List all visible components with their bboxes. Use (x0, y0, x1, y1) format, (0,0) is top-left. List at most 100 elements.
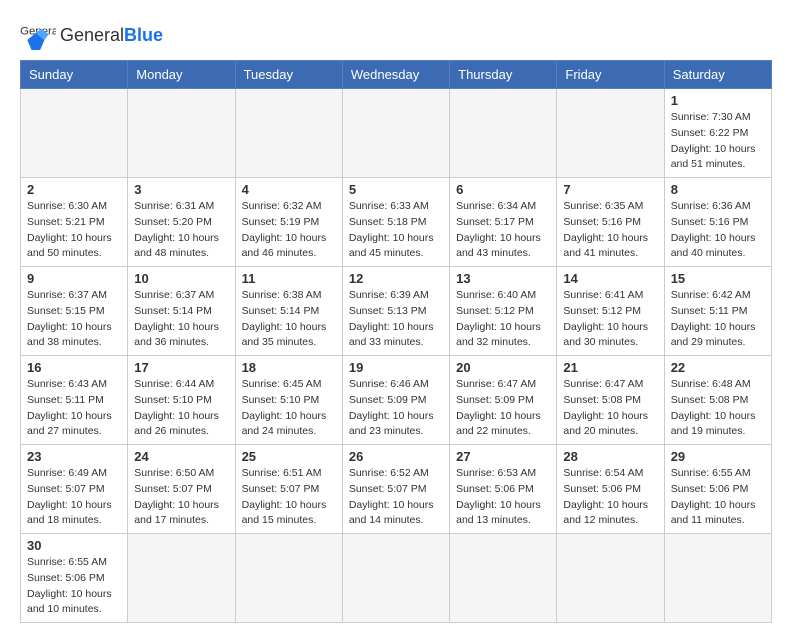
calendar-day: 29 Sunrise: 6:55 AMSunset: 5:06 PMDaylig… (664, 445, 771, 534)
day-number: 18 (242, 360, 336, 375)
logo-general-text: General (60, 25, 124, 45)
day-info: Sunrise: 6:33 AMSunset: 5:18 PMDaylight:… (349, 199, 443, 262)
day-info: Sunrise: 6:50 AMSunset: 5:07 PMDaylight:… (134, 466, 228, 529)
day-number: 23 (27, 449, 121, 464)
calendar-day: 13 Sunrise: 6:40 AMSunset: 5:12 PMDaylig… (450, 267, 557, 356)
col-header-wednesday: Wednesday (342, 61, 449, 89)
day-number: 1 (671, 93, 765, 108)
calendar-day: 21 Sunrise: 6:47 AMSunset: 5:08 PMDaylig… (557, 356, 664, 445)
calendar-day: 16 Sunrise: 6:43 AMSunset: 5:11 PMDaylig… (21, 356, 128, 445)
calendar-day: 9 Sunrise: 6:37 AMSunset: 5:15 PMDayligh… (21, 267, 128, 356)
calendar-week-4: 16 Sunrise: 6:43 AMSunset: 5:11 PMDaylig… (21, 356, 772, 445)
calendar-day: 7 Sunrise: 6:35 AMSunset: 5:16 PMDayligh… (557, 178, 664, 267)
calendar-day (450, 534, 557, 623)
day-info: Sunrise: 6:34 AMSunset: 5:17 PMDaylight:… (456, 199, 550, 262)
calendar-day (664, 534, 771, 623)
calendar-day: 26 Sunrise: 6:52 AMSunset: 5:07 PMDaylig… (342, 445, 449, 534)
calendar-day: 20 Sunrise: 6:47 AMSunset: 5:09 PMDaylig… (450, 356, 557, 445)
day-info: Sunrise: 6:43 AMSunset: 5:11 PMDaylight:… (27, 377, 121, 440)
day-number: 30 (27, 538, 121, 553)
calendar-week-2: 2 Sunrise: 6:30 AMSunset: 5:21 PMDayligh… (21, 178, 772, 267)
day-number: 6 (456, 182, 550, 197)
calendar-day: 10 Sunrise: 6:37 AMSunset: 5:14 PMDaylig… (128, 267, 235, 356)
day-info: Sunrise: 6:51 AMSunset: 5:07 PMDaylight:… (242, 466, 336, 529)
calendar-day: 2 Sunrise: 6:30 AMSunset: 5:21 PMDayligh… (21, 178, 128, 267)
calendar-day (557, 89, 664, 178)
calendar-day: 6 Sunrise: 6:34 AMSunset: 5:17 PMDayligh… (450, 178, 557, 267)
calendar-day: 15 Sunrise: 6:42 AMSunset: 5:11 PMDaylig… (664, 267, 771, 356)
day-number: 8 (671, 182, 765, 197)
col-header-thursday: Thursday (450, 61, 557, 89)
calendar-day (557, 534, 664, 623)
day-info: Sunrise: 6:47 AMSunset: 5:08 PMDaylight:… (563, 377, 657, 440)
day-number: 10 (134, 271, 228, 286)
day-info: Sunrise: 6:39 AMSunset: 5:13 PMDaylight:… (349, 288, 443, 351)
calendar-day (128, 534, 235, 623)
day-number: 27 (456, 449, 550, 464)
calendar-table: SundayMondayTuesdayWednesdayThursdayFrid… (20, 60, 772, 623)
generalblue-logo-icon: General (20, 20, 56, 50)
day-info: Sunrise: 6:46 AMSunset: 5:09 PMDaylight:… (349, 377, 443, 440)
day-info: Sunrise: 6:32 AMSunset: 5:19 PMDaylight:… (242, 199, 336, 262)
day-info: Sunrise: 6:44 AMSunset: 5:10 PMDaylight:… (134, 377, 228, 440)
day-number: 20 (456, 360, 550, 375)
day-info: Sunrise: 6:54 AMSunset: 5:06 PMDaylight:… (563, 466, 657, 529)
day-number: 24 (134, 449, 228, 464)
day-info: Sunrise: 6:38 AMSunset: 5:14 PMDaylight:… (242, 288, 336, 351)
day-info: Sunrise: 6:49 AMSunset: 5:07 PMDaylight:… (27, 466, 121, 529)
day-number: 25 (242, 449, 336, 464)
day-info: Sunrise: 6:35 AMSunset: 5:16 PMDaylight:… (563, 199, 657, 262)
day-number: 14 (563, 271, 657, 286)
calendar-day: 17 Sunrise: 6:44 AMSunset: 5:10 PMDaylig… (128, 356, 235, 445)
day-number: 7 (563, 182, 657, 197)
day-number: 5 (349, 182, 443, 197)
day-number: 4 (242, 182, 336, 197)
calendar-day: 14 Sunrise: 6:41 AMSunset: 5:12 PMDaylig… (557, 267, 664, 356)
calendar-day: 5 Sunrise: 6:33 AMSunset: 5:18 PMDayligh… (342, 178, 449, 267)
calendar-day: 30 Sunrise: 6:55 AMSunset: 5:06 PMDaylig… (21, 534, 128, 623)
day-info: Sunrise: 6:48 AMSunset: 5:08 PMDaylight:… (671, 377, 765, 440)
page-header: General GeneralBlue (20, 20, 772, 50)
day-info: Sunrise: 6:37 AMSunset: 5:15 PMDaylight:… (27, 288, 121, 351)
calendar-week-5: 23 Sunrise: 6:49 AMSunset: 5:07 PMDaylig… (21, 445, 772, 534)
day-number: 16 (27, 360, 121, 375)
day-number: 26 (349, 449, 443, 464)
day-number: 19 (349, 360, 443, 375)
day-info: Sunrise: 6:52 AMSunset: 5:07 PMDaylight:… (349, 466, 443, 529)
calendar-day (450, 89, 557, 178)
day-number: 21 (563, 360, 657, 375)
calendar-week-1: 1 Sunrise: 7:30 AMSunset: 6:22 PMDayligh… (21, 89, 772, 178)
day-info: Sunrise: 6:42 AMSunset: 5:11 PMDaylight:… (671, 288, 765, 351)
calendar-day (235, 89, 342, 178)
calendar-week-6: 30 Sunrise: 6:55 AMSunset: 5:06 PMDaylig… (21, 534, 772, 623)
day-info: Sunrise: 6:55 AMSunset: 5:06 PMDaylight:… (671, 466, 765, 529)
day-number: 9 (27, 271, 121, 286)
calendar-day: 25 Sunrise: 6:51 AMSunset: 5:07 PMDaylig… (235, 445, 342, 534)
day-info: Sunrise: 6:53 AMSunset: 5:06 PMDaylight:… (456, 466, 550, 529)
day-number: 3 (134, 182, 228, 197)
calendar-day: 24 Sunrise: 6:50 AMSunset: 5:07 PMDaylig… (128, 445, 235, 534)
calendar-day: 19 Sunrise: 6:46 AMSunset: 5:09 PMDaylig… (342, 356, 449, 445)
logo-blue-text: Blue (124, 25, 163, 45)
day-info: Sunrise: 6:36 AMSunset: 5:16 PMDaylight:… (671, 199, 765, 262)
day-info: Sunrise: 6:40 AMSunset: 5:12 PMDaylight:… (456, 288, 550, 351)
calendar-day: 18 Sunrise: 6:45 AMSunset: 5:10 PMDaylig… (235, 356, 342, 445)
calendar-day: 4 Sunrise: 6:32 AMSunset: 5:19 PMDayligh… (235, 178, 342, 267)
day-info: Sunrise: 6:45 AMSunset: 5:10 PMDaylight:… (242, 377, 336, 440)
calendar-day: 8 Sunrise: 6:36 AMSunset: 5:16 PMDayligh… (664, 178, 771, 267)
calendar-day: 22 Sunrise: 6:48 AMSunset: 5:08 PMDaylig… (664, 356, 771, 445)
calendar-header-row: SundayMondayTuesdayWednesdayThursdayFrid… (21, 61, 772, 89)
calendar-day: 28 Sunrise: 6:54 AMSunset: 5:06 PMDaylig… (557, 445, 664, 534)
col-header-saturday: Saturday (664, 61, 771, 89)
day-info: Sunrise: 6:47 AMSunset: 5:09 PMDaylight:… (456, 377, 550, 440)
col-header-friday: Friday (557, 61, 664, 89)
col-header-monday: Monday (128, 61, 235, 89)
day-info: Sunrise: 6:30 AMSunset: 5:21 PMDaylight:… (27, 199, 121, 262)
day-number: 29 (671, 449, 765, 464)
calendar-day: 11 Sunrise: 6:38 AMSunset: 5:14 PMDaylig… (235, 267, 342, 356)
day-number: 28 (563, 449, 657, 464)
day-number: 13 (456, 271, 550, 286)
calendar-day (128, 89, 235, 178)
col-header-sunday: Sunday (21, 61, 128, 89)
calendar-day (342, 89, 449, 178)
